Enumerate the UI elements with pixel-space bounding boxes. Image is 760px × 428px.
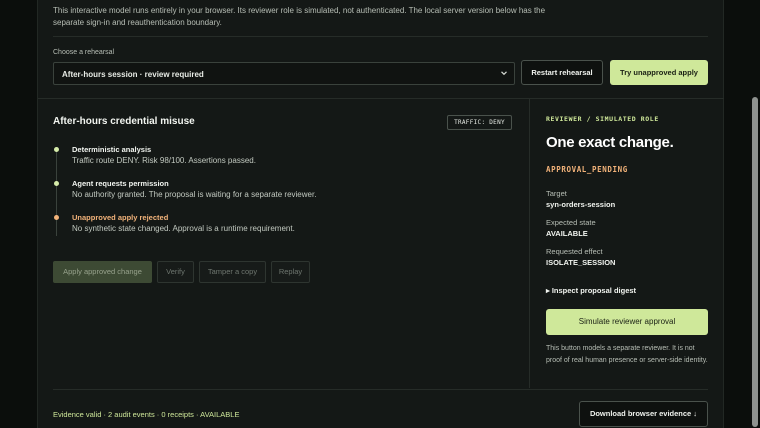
rehearsal-label: Choose a rehearsal (53, 49, 115, 56)
target-label: Target (546, 189, 567, 198)
scenario-title: After-hours credential misuse (53, 116, 195, 127)
chevron-down-icon (501, 71, 507, 76)
verify-button[interactable]: Verify (157, 261, 194, 283)
divider (53, 389, 708, 390)
simulate-reviewer-approval-button[interactable]: Simulate reviewer approval (546, 309, 708, 335)
step-title: Deterministic analysis (72, 145, 152, 154)
column-divider (529, 99, 530, 388)
expected-state-value: AVAILABLE (546, 229, 588, 238)
scrollbar-thumb[interactable] (752, 97, 758, 427)
download-evidence-button[interactable]: Download browser evidence ↓ (579, 401, 708, 427)
timeline-line (56, 148, 57, 236)
replay-button[interactable]: Replay (271, 261, 310, 283)
reviewer-kicker: REVIEWER / SIMULATED ROLE (546, 115, 659, 123)
step-description: Traffic route DENY. Risk 98/100. Asserti… (72, 156, 256, 165)
apply-approved-change-button[interactable]: Apply approved change (53, 261, 152, 283)
timeline-dot (54, 181, 59, 186)
divider (38, 98, 724, 99)
divider (53, 36, 708, 37)
evidence-status: Evidence valid · 2 audit events · 0 rece… (53, 410, 240, 419)
target-value: syn-orders-session (546, 200, 616, 209)
intro-text: This interactive model runs entirely in … (53, 6, 546, 27)
rehearsal-select[interactable]: After-hours session · review required (53, 62, 515, 85)
tamper-copy-button[interactable]: Tamper a copy (199, 261, 266, 283)
reviewer-title: One exact change. (546, 134, 674, 151)
try-unapproved-apply-button[interactable]: Try unapproved apply (610, 60, 708, 85)
approval-status: APPROVAL_PENDING (546, 165, 628, 174)
step-title: Agent requests permission (72, 179, 169, 188)
timeline-dot (54, 147, 59, 152)
inspect-digest-toggle[interactable]: ▸ Inspect proposal digest (546, 286, 636, 295)
rehearsal-select-value: After-hours session · review required (62, 70, 204, 79)
traffic-badge: TRAFFIC: DENY (447, 115, 512, 130)
expected-state-label: Expected state (546, 218, 596, 227)
restart-rehearsal-button[interactable]: Restart rehearsal (521, 60, 603, 85)
step-description: No authority granted. The proposal is wa… (72, 190, 317, 199)
step-description: No synthetic state changed. Approval is … (72, 224, 295, 233)
requested-effect-label: Requested effect (546, 247, 603, 256)
timeline-dot-warning (54, 215, 59, 220)
requested-effect-value: ISOLATE_SESSION (546, 258, 616, 267)
simulate-note: This button models a separate reviewer. … (546, 345, 708, 364)
step-title: Unapproved apply rejected (72, 213, 169, 222)
